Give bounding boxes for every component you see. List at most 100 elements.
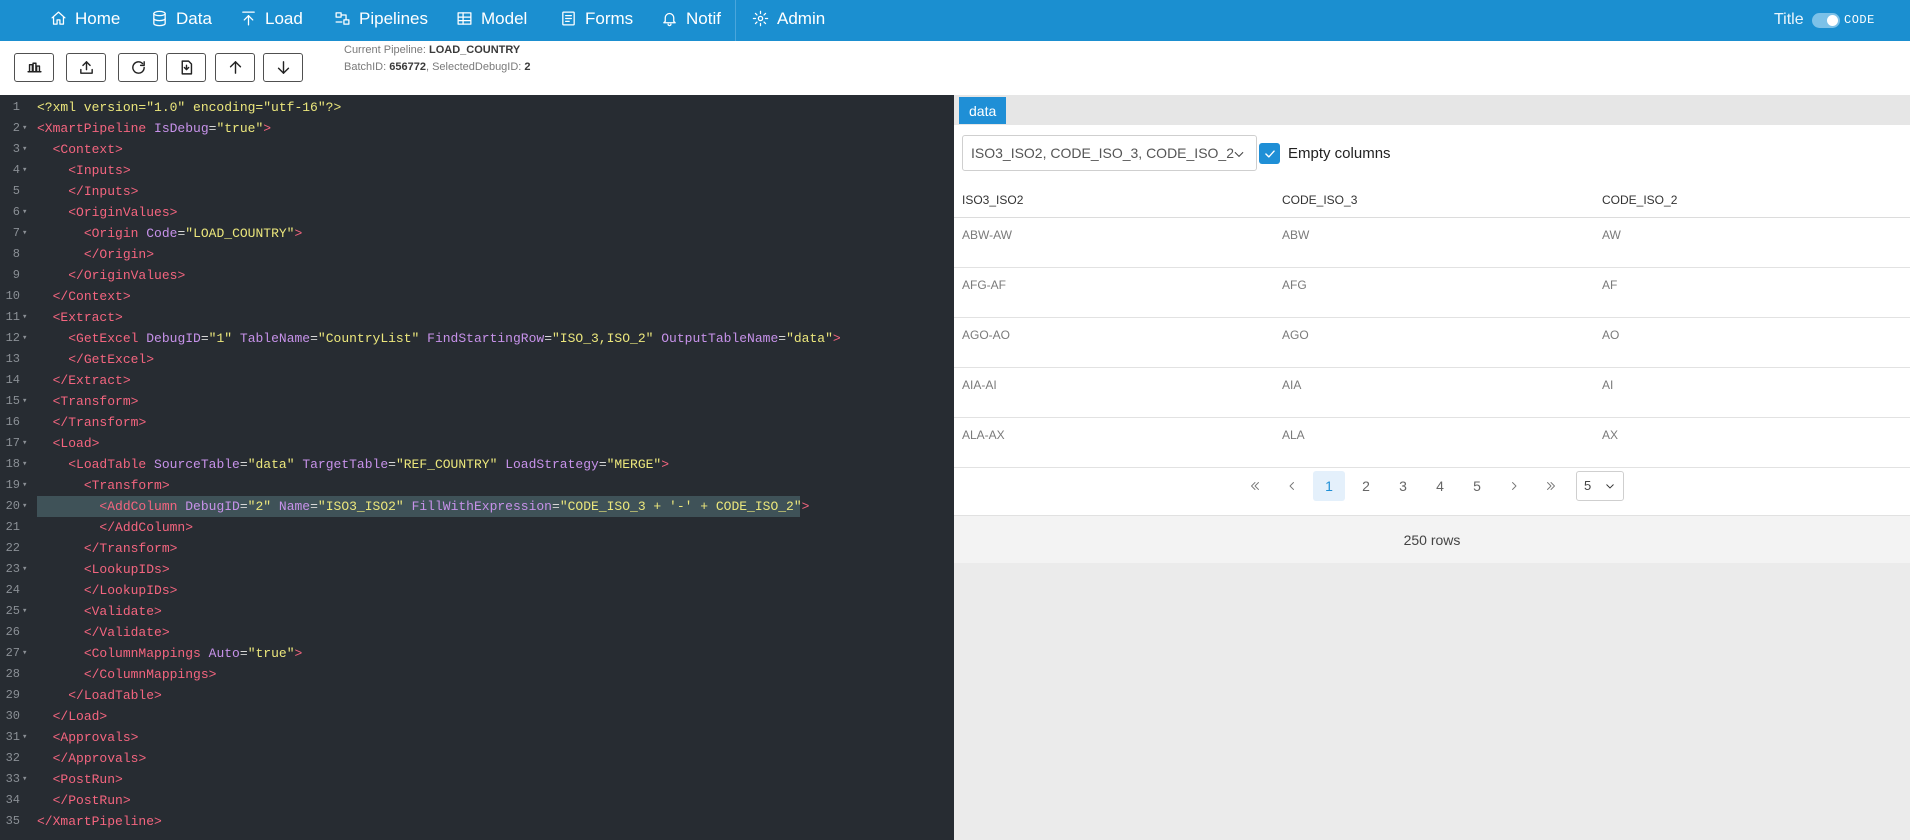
line-number: 31 bbox=[5, 730, 20, 744]
nav-home[interactable]: Home bbox=[50, 0, 120, 37]
code-line[interactable]: 5 </Inputs> bbox=[0, 181, 954, 202]
fold-toggle-icon[interactable]: ▾ bbox=[22, 223, 27, 244]
code-line[interactable]: 33 ▾ <PostRun> bbox=[0, 769, 954, 790]
code-line[interactable]: 32 </Approvals> bbox=[0, 748, 954, 769]
refresh-button[interactable] bbox=[118, 53, 158, 82]
code-line[interactable]: 3 ▾ <Context> bbox=[0, 139, 954, 160]
save-pipeline-button[interactable] bbox=[14, 53, 54, 82]
column-header[interactable]: CODE_ISO_2 bbox=[1602, 184, 1677, 216]
fold-toggle-icon[interactable]: ▾ bbox=[22, 139, 27, 160]
code-text: <Extract> bbox=[52, 310, 123, 325]
code-line[interactable]: 9 </OriginValues> bbox=[0, 265, 954, 286]
nav-load[interactable]: Load bbox=[240, 0, 303, 37]
nav-forms[interactable]: Forms bbox=[560, 0, 633, 37]
column-header[interactable]: CODE_ISO_3 bbox=[1282, 184, 1357, 216]
page-button-2[interactable]: 2 bbox=[1350, 471, 1382, 501]
line-number: 5 bbox=[12, 184, 20, 198]
prev-page-button[interactable] bbox=[1276, 471, 1308, 501]
code-line[interactable]: 2 ▾ <XmartPipeline IsDebug="true"> bbox=[0, 118, 954, 139]
fold-toggle-icon[interactable]: ▾ bbox=[22, 202, 27, 223]
fold-toggle-icon[interactable]: ▾ bbox=[22, 769, 27, 790]
fold-toggle-icon[interactable]: ▾ bbox=[22, 601, 27, 622]
page-size-select[interactable]: 5 bbox=[1576, 471, 1624, 501]
page-button-4[interactable]: 4 bbox=[1424, 471, 1456, 501]
column-header[interactable]: ISO3_ISO2 bbox=[962, 184, 1023, 216]
code-text: <XmartPipeline IsDebug="true"> bbox=[37, 121, 272, 136]
fold-toggle-icon[interactable]: ▾ bbox=[22, 475, 27, 496]
code-line[interactable]: 24 </LookupIDs> bbox=[0, 580, 954, 601]
nav-admin[interactable]: Admin bbox=[752, 0, 825, 37]
code-line[interactable]: 25 ▾ <Validate> bbox=[0, 601, 954, 622]
nav-model[interactable]: Model bbox=[456, 0, 527, 37]
code-line[interactable]: 29 </LoadTable> bbox=[0, 685, 954, 706]
first-page-button[interactable] bbox=[1239, 471, 1271, 501]
code-line[interactable]: 6 ▾ <OriginValues> bbox=[0, 202, 954, 223]
fold-toggle-icon[interactable]: ▾ bbox=[22, 496, 27, 517]
code-line[interactable]: 14 </Extract> bbox=[0, 370, 954, 391]
code-line[interactable]: 12 ▾ <GetExcel DebugID="1" TableName="Cou… bbox=[0, 328, 954, 349]
code-line[interactable]: 11 ▾ <Extract> bbox=[0, 307, 954, 328]
code-line[interactable]: 31 ▾ <Approvals> bbox=[0, 727, 954, 748]
nav-notif-label: Notif bbox=[686, 8, 721, 28]
code-line[interactable]: 34 </PostRun> bbox=[0, 790, 954, 811]
code-text: <Context> bbox=[52, 142, 123, 157]
line-number: 27 bbox=[5, 646, 20, 660]
fold-toggle-icon[interactable]: ▾ bbox=[22, 559, 27, 580]
double-chevron-left-icon bbox=[1251, 482, 1259, 490]
fold-toggle-icon[interactable]: ▾ bbox=[22, 160, 27, 181]
page-button-1[interactable]: 1 bbox=[1313, 471, 1345, 501]
debug-id-label: , SelectedDebugID: bbox=[425, 61, 525, 73]
code-line[interactable]: 13 </GetExcel> bbox=[0, 349, 954, 370]
title-code-toggle[interactable] bbox=[1812, 13, 1840, 28]
empty-columns-checkbox[interactable] bbox=[1259, 143, 1280, 164]
code-line[interactable]: 7 ▾ <Origin Code="LOAD_COUNTRY"> bbox=[0, 223, 954, 244]
move-up-button[interactable] bbox=[215, 53, 255, 82]
last-page-button[interactable] bbox=[1535, 471, 1567, 501]
code-line[interactable]: 19 ▾ <Transform> bbox=[0, 475, 954, 496]
table-cell: AGO-AO bbox=[962, 328, 1011, 342]
upload-button[interactable] bbox=[66, 53, 106, 82]
code-line[interactable]: 15 ▾ <Transform> bbox=[0, 391, 954, 412]
page-button-3[interactable]: 3 bbox=[1387, 471, 1419, 501]
checkmark-icon bbox=[1264, 149, 1275, 158]
fold-toggle-icon[interactable]: ▾ bbox=[22, 391, 27, 412]
fold-toggle-icon[interactable]: ▾ bbox=[22, 454, 27, 475]
fold-toggle-icon[interactable]: ▾ bbox=[22, 307, 27, 328]
fold-toggle-icon[interactable]: ▾ bbox=[22, 727, 27, 748]
code-line[interactable]: 16 </Transform> bbox=[0, 412, 954, 433]
code-line[interactable]: 20 ▾ <AddColumn DebugID="2" Name="ISO3_IS… bbox=[0, 496, 954, 517]
fold-toggle-icon[interactable]: ▾ bbox=[22, 328, 27, 349]
next-page-button[interactable] bbox=[1498, 471, 1530, 501]
code-line[interactable]: 28 </ColumnMappings> bbox=[0, 664, 954, 685]
fold-toggle-icon[interactable]: ▾ bbox=[22, 118, 27, 139]
code-line[interactable]: 18 ▾ <LoadTable SourceTable="data" Target… bbox=[0, 454, 954, 475]
code-line[interactable]: 27 ▾ <ColumnMappings Auto="true"> bbox=[0, 643, 954, 664]
code-text: </LoadTable> bbox=[68, 688, 162, 703]
code-line[interactable]: 21 </AddColumn> bbox=[0, 517, 954, 538]
nav-pipelines[interactable]: Pipelines bbox=[334, 0, 428, 37]
tab-data[interactable]: data bbox=[959, 97, 1007, 124]
nav-notif[interactable]: Notif bbox=[661, 0, 721, 37]
code-line[interactable]: 8 </Origin> bbox=[0, 244, 954, 265]
code-line[interactable]: 30 </Load> bbox=[0, 706, 954, 727]
code-line[interactable]: 23 ▾ <LookupIDs> bbox=[0, 559, 954, 580]
code-line[interactable]: 1 <?xml version="1.0" encoding="utf-16"?> bbox=[0, 97, 954, 118]
code-line[interactable]: 22 </Transform> bbox=[0, 538, 954, 559]
export-file-button[interactable] bbox=[166, 53, 206, 82]
xml-code-editor[interactable]: 1 <?xml version="1.0" encoding="utf-16"?>… bbox=[0, 95, 954, 840]
fold-toggle-icon[interactable]: ▾ bbox=[22, 433, 27, 454]
page-button-5[interactable]: 5 bbox=[1461, 471, 1493, 501]
move-down-button[interactable] bbox=[263, 53, 303, 82]
columns-select[interactable]: ISO3_ISO2, CODE_ISO_3, CODE_ISO_2 bbox=[962, 135, 1257, 171]
code-line[interactable]: 17 ▾ <Load> bbox=[0, 433, 954, 454]
code-line[interactable]: 26 </Validate> bbox=[0, 622, 954, 643]
code-text: <LookupIDs> bbox=[83, 562, 170, 577]
line-number: 29 bbox=[5, 688, 20, 702]
code-text: <Validate> bbox=[83, 604, 162, 619]
code-line[interactable]: 35 </XmartPipeline> bbox=[0, 811, 954, 832]
table-row: AGO-AO AGO AO bbox=[954, 318, 1910, 368]
fold-toggle-icon[interactable]: ▾ bbox=[22, 643, 27, 664]
nav-data[interactable]: Data bbox=[151, 0, 212, 37]
code-line[interactable]: 10 </Context> bbox=[0, 286, 954, 307]
code-line[interactable]: 4 ▾ <Inputs> bbox=[0, 160, 954, 181]
